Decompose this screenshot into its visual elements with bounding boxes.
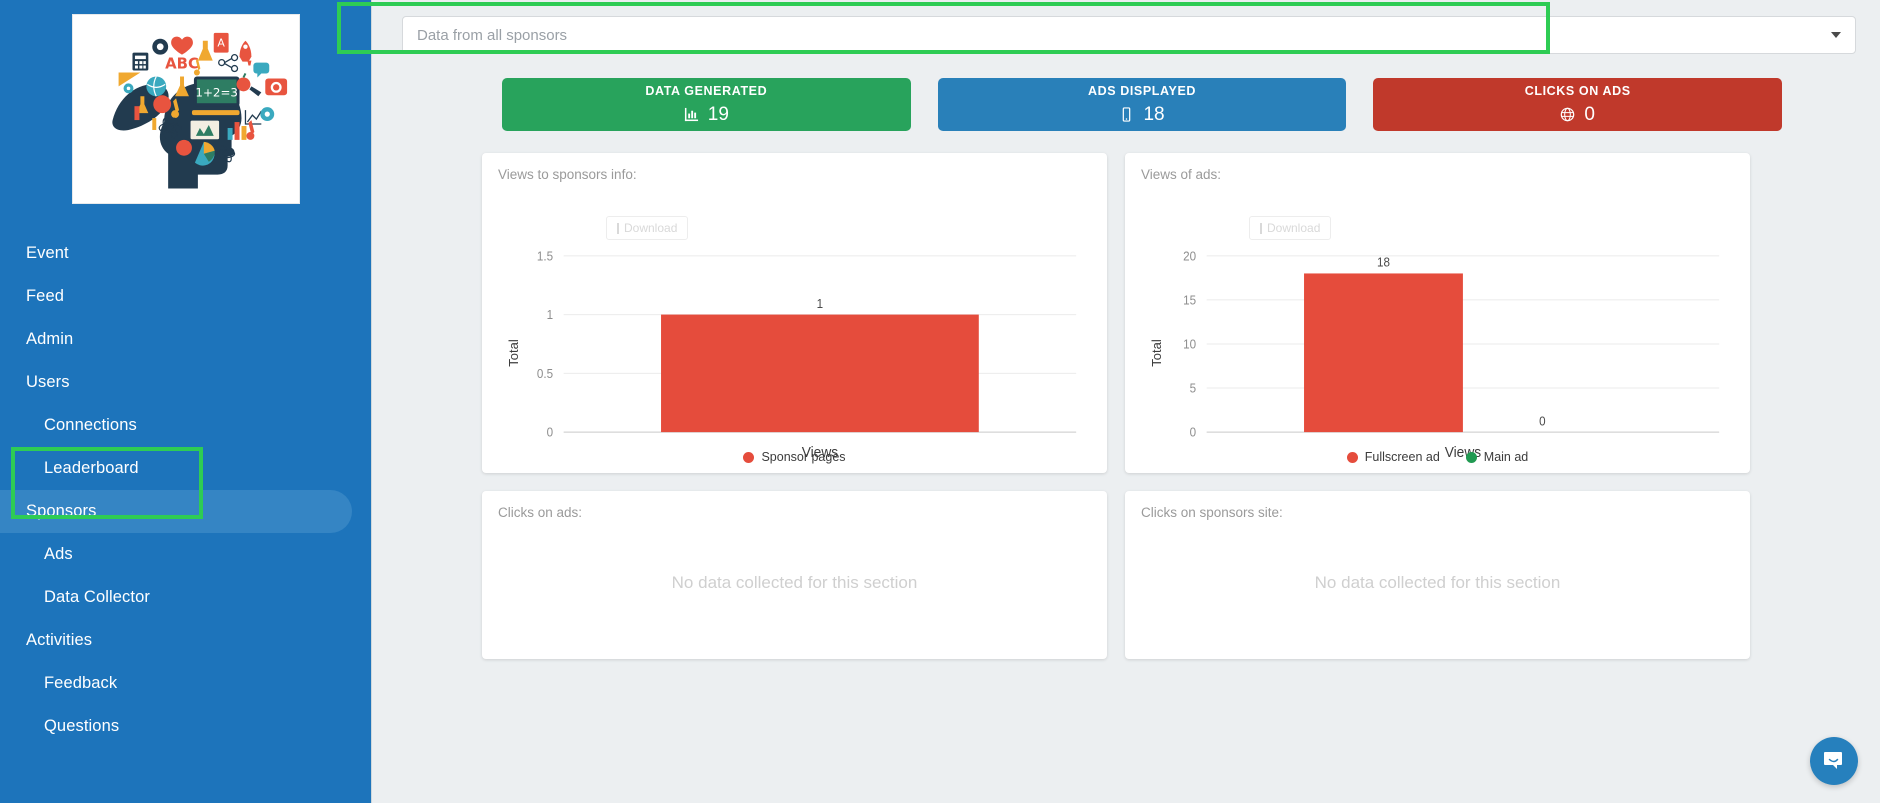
sidebar-item-label: Users bbox=[26, 373, 70, 391]
svg-text:5: 5 bbox=[1190, 381, 1197, 395]
download-button[interactable]: Download bbox=[606, 216, 689, 240]
stat-value: 18 bbox=[1143, 104, 1165, 126]
legend-color-dot bbox=[1346, 451, 1358, 463]
sidebar-item-activities[interactable]: Activities bbox=[0, 619, 371, 662]
legend-label: Sponsor pages bbox=[761, 450, 846, 464]
legend-label: Main ad bbox=[1483, 450, 1529, 464]
legend-color-dot bbox=[1465, 451, 1477, 463]
svg-text:1+2=3: 1+2=3 bbox=[195, 85, 238, 99]
legend-item-fullscreen-ad[interactable]: Fullscreen ad bbox=[1346, 450, 1440, 464]
sidebar-item-label: Connections bbox=[44, 416, 137, 434]
panel-views-to-sponsors-info: Views to sponsors info: Download 0 0.5 1 1.… bbox=[482, 153, 1107, 473]
stat-title: DATA GENERATED bbox=[645, 83, 768, 98]
chevron-down-icon bbox=[1831, 32, 1841, 38]
panel-clicks-on-ads: Clicks on ads: No data collected for thi… bbox=[482, 491, 1107, 659]
svg-text:20: 20 bbox=[1183, 249, 1196, 263]
svg-text:1.5: 1.5 bbox=[537, 249, 553, 263]
svg-text:10: 10 bbox=[1183, 337, 1196, 351]
svg-text:0: 0 bbox=[1539, 414, 1546, 428]
main-content: Data from all sponsors DATA GENERATED 19… bbox=[372, 0, 1880, 803]
panel-title: Views to sponsors info: bbox=[498, 167, 637, 182]
sidebar-item-questions[interactable]: Questions bbox=[0, 705, 371, 748]
bar-chart-icon bbox=[684, 107, 699, 122]
chart-views-of-ads: Download 0 5 10 15 20 18 0 Views Total Fullscre… bbox=[1141, 184, 1734, 466]
sidebar-item-users[interactable]: Users bbox=[0, 361, 371, 404]
legend-label: Fullscreen ad bbox=[1364, 450, 1440, 464]
legend-item-sponsor-pages[interactable]: Sponsor pages bbox=[743, 450, 846, 464]
stat-value: 0 bbox=[1584, 104, 1595, 126]
stat-value: 19 bbox=[707, 104, 729, 126]
sidebar-item-label: Feedback bbox=[44, 674, 118, 692]
sidebar-item-label: Event bbox=[26, 244, 69, 262]
chart-plot-area: 0 0.5 1 1.5 1 Views Total bbox=[498, 240, 1091, 466]
panel-title: Clicks on ads: bbox=[498, 505, 583, 520]
legend-color-dot bbox=[743, 451, 755, 463]
svg-text:0: 0 bbox=[1190, 425, 1197, 439]
sidebar-item-label: Sponsors bbox=[26, 502, 97, 520]
chat-launcher-button[interactable] bbox=[1810, 737, 1858, 785]
svg-text:0: 0 bbox=[547, 425, 554, 439]
chart-svg: 00.511.51Views bbox=[537, 249, 1091, 461]
chart-y-axis-label: Total bbox=[1149, 339, 1165, 367]
svg-text:1: 1 bbox=[817, 296, 824, 310]
sidebar-item-ads[interactable]: Ads bbox=[0, 533, 371, 576]
mobile-phone-icon bbox=[1119, 107, 1134, 122]
sidebar-item-label: Feed bbox=[26, 287, 65, 305]
empty-state-message: No data collected for this section bbox=[1314, 573, 1561, 593]
sponsor-filter-dropdown[interactable]: Data from all sponsors bbox=[402, 16, 1856, 54]
sidebar-item-label: Ads bbox=[44, 545, 73, 563]
download-label: Download bbox=[1267, 221, 1321, 235]
chart-y-axis-label: Total bbox=[506, 339, 522, 367]
sidebar-item-feed[interactable]: Feed bbox=[0, 275, 371, 318]
sidebar-item-label: Activities bbox=[26, 631, 93, 649]
chart-views-to-sponsors-info: Download 0 0.5 1 1.5 1 Views Total Sponsor pa… bbox=[498, 184, 1091, 466]
sidebar-item-event[interactable]: Event bbox=[0, 232, 371, 275]
app-logo: A ABC 1+2=3 bbox=[71, 14, 300, 204]
sidebar-item-data-collector[interactable]: Data Collector bbox=[0, 576, 371, 619]
svg-text:18: 18 bbox=[1377, 255, 1390, 269]
stat-cards: DATA GENERATED 19 ADS DISPLAYED 18 CLICK… bbox=[400, 78, 1858, 131]
svg-text:ABC: ABC bbox=[165, 55, 199, 73]
sidebar-item-sponsors[interactable]: Sponsors bbox=[0, 490, 352, 533]
sidebar-item-label: Data Collector bbox=[44, 588, 150, 606]
sidebar-item-label: Admin bbox=[26, 330, 74, 348]
svg-text:1: 1 bbox=[547, 308, 554, 322]
stat-card-ads-displayed[interactable]: ADS DISPLAYED 18 bbox=[937, 78, 1347, 131]
sidebar-item-leaderboard[interactable]: Leaderboard bbox=[0, 447, 371, 490]
legend-item-main-ad[interactable]: Main ad bbox=[1465, 450, 1529, 464]
chart-legend: Sponsor pages bbox=[498, 450, 1091, 464]
chart-plot-area: 0 5 10 15 20 18 0 Views Total bbox=[1141, 240, 1734, 466]
sidebar-item-feedback[interactable]: Feedback bbox=[0, 662, 371, 705]
chat-bubble-smile-icon bbox=[1824, 752, 1842, 769]
svg-text:A: A bbox=[217, 37, 225, 50]
stat-title: ADS DISPLAYED bbox=[1087, 83, 1197, 98]
sidebar: A ABC 1+2=3 Event Feed Admin Users Conne… bbox=[0, 0, 372, 803]
panel-views-of-ads: Views of ads: Download 0 5 10 15 20 18 0 Views … bbox=[1125, 153, 1750, 473]
empty-state-message: No data collected for this section bbox=[671, 573, 918, 593]
sidebar-item-label: Questions bbox=[44, 717, 120, 735]
sponsor-filter-value: Data from all sponsors bbox=[417, 26, 568, 44]
chart-legend: Fullscreen ad Main ad bbox=[1141, 450, 1734, 464]
brain-education-logo-icon: A ABC 1+2=3 bbox=[72, 15, 299, 203]
sidebar-item-admin[interactable]: Admin bbox=[0, 318, 371, 361]
svg-text:15: 15 bbox=[1183, 293, 1196, 307]
download-button[interactable]: Download bbox=[1249, 216, 1332, 240]
dashboard-page: A ABC 1+2=3 Event Feed Admin Users Conne… bbox=[0, 0, 1880, 803]
chart-svg: 05101520 180Views bbox=[1183, 249, 1734, 461]
panel-title: Views of ads: bbox=[1141, 167, 1222, 182]
stat-card-data-generated[interactable]: DATA GENERATED 19 bbox=[502, 78, 911, 131]
stat-title: CLICKS ON ADS bbox=[1524, 83, 1631, 98]
stat-card-clicks-on-ads[interactable]: CLICKS ON ADS 0 bbox=[1373, 78, 1783, 131]
sidebar-nav: Event Feed Admin Users Connections Leaderboar… bbox=[0, 232, 371, 748]
sidebar-item-label: Leaderboard bbox=[44, 459, 139, 477]
download-icon bbox=[617, 222, 619, 234]
panel-clicks-on-sponsors-site: Clicks on sponsors site: No data collect… bbox=[1125, 491, 1750, 659]
download-icon bbox=[1260, 222, 1262, 234]
panel-title: Clicks on sponsors site: bbox=[1141, 505, 1283, 520]
globe-icon bbox=[1560, 107, 1575, 122]
svg-text:0.5: 0.5 bbox=[537, 367, 553, 381]
download-label: Download bbox=[624, 221, 678, 235]
panels-grid: Views to sponsors info: Download 0 0.5 1 1.… bbox=[400, 153, 1858, 659]
sidebar-item-connections[interactable]: Connections bbox=[0, 404, 371, 447]
